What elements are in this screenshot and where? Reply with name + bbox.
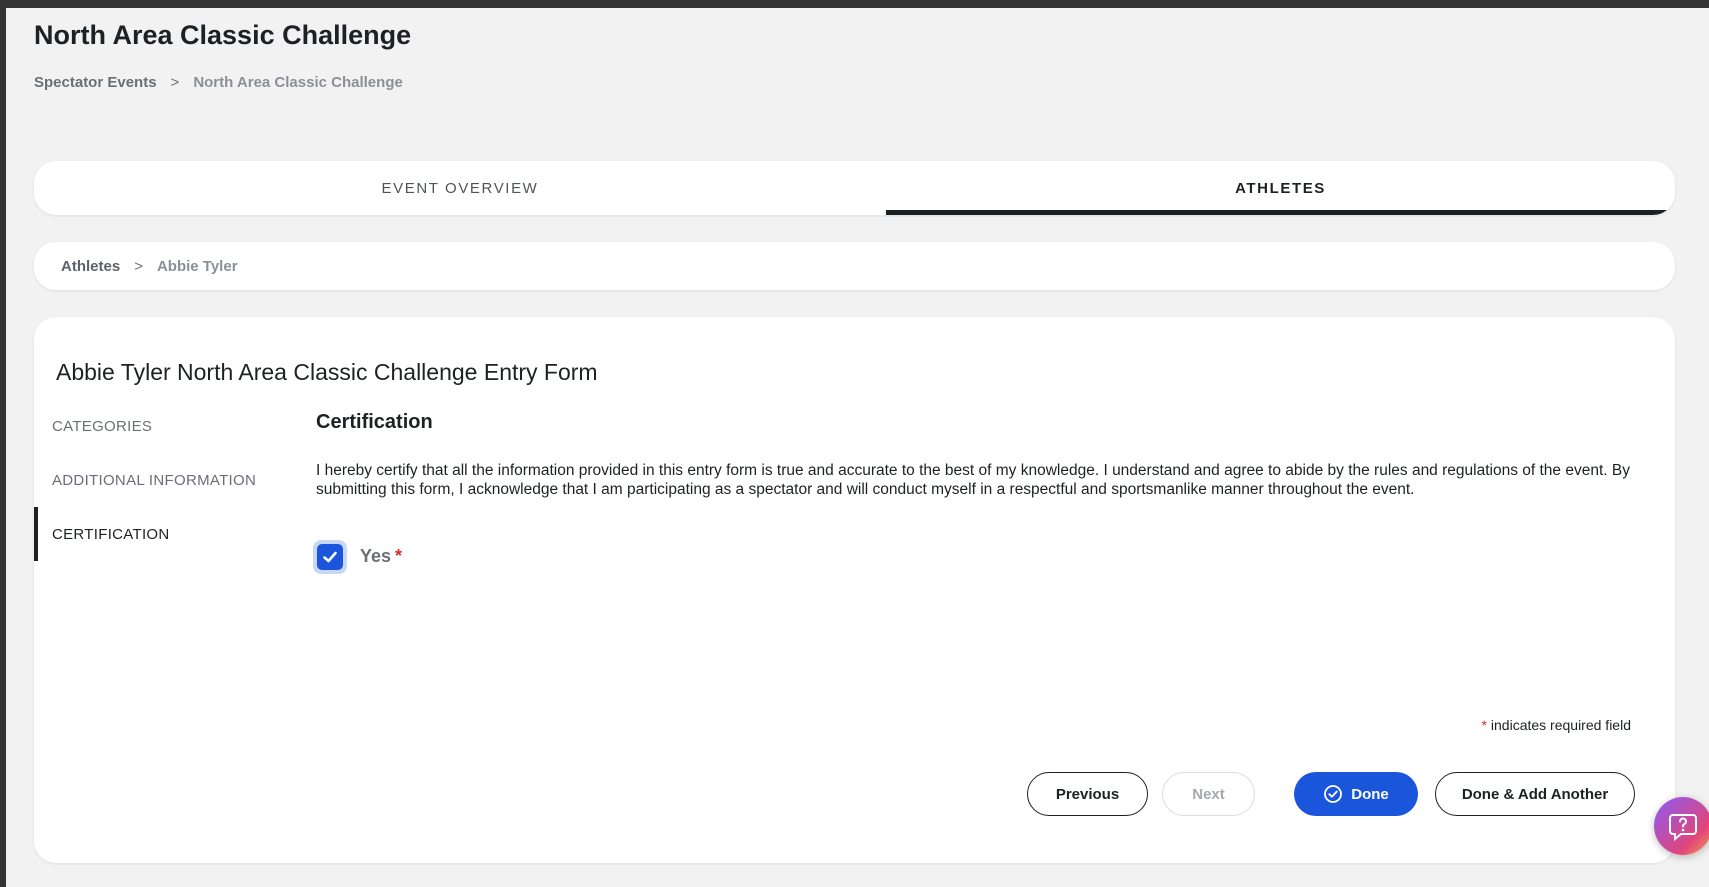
help-chat-icon	[1669, 814, 1697, 842]
event-tabs: EVENT OVERVIEW ATHLETES	[34, 161, 1675, 215]
breadcrumb-link-athletes[interactable]: Athletes	[61, 258, 120, 275]
done-button-label: Done	[1351, 785, 1389, 803]
page-title: North Area Classic Challenge	[34, 20, 412, 50]
entry-form-card: Abbie Tyler North Area Classic Challenge…	[34, 317, 1675, 863]
checkbox-checked	[317, 544, 343, 570]
section-heading: Certification	[316, 411, 433, 433]
breadcrumb-separator: >	[170, 74, 180, 91]
form-section-additional-information[interactable]: ADDITIONAL INFORMATION	[34, 453, 284, 507]
required-marker: *	[1481, 717, 1487, 733]
required-field-note: * indicates required field	[1481, 717, 1631, 733]
checkbox-label[interactable]: Yes *	[360, 546, 402, 567]
checkbox-label-text: Yes	[360, 546, 392, 566]
done-button[interactable]: Done	[1294, 772, 1418, 816]
tab-athletes[interactable]: ATHLETES	[886, 161, 1675, 215]
previous-button[interactable]: Previous	[1027, 772, 1148, 816]
help-chat-button[interactable]	[1654, 797, 1709, 855]
breadcrumb-current: North Area Classic Challenge	[193, 74, 403, 91]
done-and-add-another-button[interactable]: Done & Add Another	[1435, 772, 1635, 816]
check-circle-icon	[1323, 784, 1343, 804]
tab-event-overview[interactable]: EVENT OVERVIEW	[34, 161, 886, 215]
certification-text: I hereby certify that all the informatio…	[316, 462, 1630, 498]
athlete-breadcrumb: Athletes > Abbie Tyler	[34, 242, 1675, 290]
certification-checkbox[interactable]	[313, 540, 347, 574]
app-canvas: North Area Classic Challenge Spectator E…	[6, 8, 1709, 887]
form-section-categories[interactable]: CATEGORIES	[34, 399, 284, 453]
form-title: Abbie Tyler North Area Classic Challenge…	[56, 359, 598, 385]
breadcrumb-current-athlete: Abbie Tyler	[156, 257, 238, 275]
next-button[interactable]: Next	[1162, 772, 1255, 816]
form-section-certification[interactable]: CERTIFICATION	[34, 507, 284, 561]
active-tab-indicator	[886, 210, 1668, 215]
check-icon	[323, 551, 337, 563]
breadcrumb-separator: >	[134, 257, 143, 275]
breadcrumb: Spectator Events > North Area Classic Ch…	[34, 74, 403, 91]
required-note-text: indicates required field	[1490, 717, 1631, 733]
breadcrumb-link-spectator-events[interactable]: Spectator Events	[34, 74, 157, 91]
required-marker: *	[395, 546, 403, 566]
